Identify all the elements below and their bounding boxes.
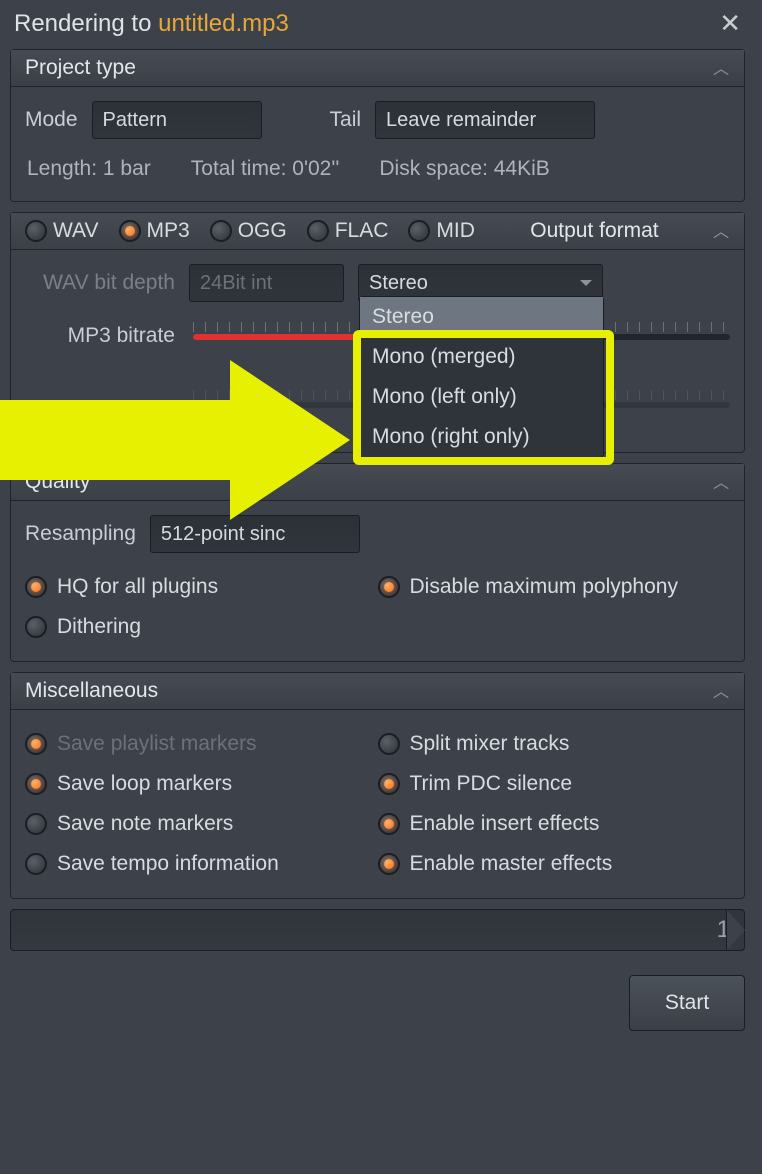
chevron-up-icon: 〈 xyxy=(710,683,734,699)
progress-value: 1 xyxy=(717,916,730,944)
title-prefix: Rendering to xyxy=(14,10,158,37)
split-mixer-toggle[interactable]: Split mixer tracks xyxy=(378,724,731,764)
tail-dropdown[interactable]: Leave remainder xyxy=(375,101,595,139)
tail-label: Tail xyxy=(330,108,362,132)
format-mid-radio[interactable]: MID xyxy=(408,219,475,243)
quality-panel: Quality 〈 Resampling 512-point sinc HQ f… xyxy=(10,463,745,662)
resampling-value: 512-point sinc xyxy=(161,523,286,546)
save-loop-toggle[interactable]: Save loop markers xyxy=(25,764,378,804)
channel-option-mono-right[interactable]: Mono (right only) xyxy=(360,417,603,457)
chevron-up-icon: 〈 xyxy=(710,223,734,239)
dithering-toggle[interactable]: Dithering xyxy=(25,607,378,647)
format-mp3-radio[interactable]: MP3 xyxy=(119,219,190,243)
chevron-up-icon: 〈 xyxy=(710,60,734,76)
save-playlist-toggle[interactable]: Save playlist markers xyxy=(25,724,378,764)
enable-insert-toggle[interactable]: Enable insert effects xyxy=(378,804,731,844)
save-note-toggle[interactable]: Save note markers xyxy=(25,804,378,844)
window-title: Rendering to untitled.mp3 xyxy=(14,10,289,38)
misc-header[interactable]: Miscellaneous 〈 xyxy=(11,673,744,710)
trim-pdc-toggle[interactable]: Trim PDC silence xyxy=(378,764,731,804)
output-format-title: Output format xyxy=(530,219,658,243)
close-icon[interactable]: ✕ xyxy=(719,8,741,39)
mode-dropdown[interactable]: Pattern xyxy=(92,101,262,139)
start-label: Start xyxy=(665,991,709,1015)
start-button[interactable]: Start xyxy=(629,975,745,1031)
diskspace-stat: Disk space: 44KiB xyxy=(379,157,549,181)
project-type-title: Project type xyxy=(25,56,136,80)
misc-panel: Miscellaneous 〈 Save playlist markers Sa… xyxy=(10,672,745,899)
format-radio-group: WAV MP3 OGG FLAC MID xyxy=(25,219,475,243)
disable-polyphony-toggle[interactable]: Disable maximum polyphony xyxy=(378,567,731,607)
channel-dropdown-menu: Stereo Mono (merged) Mono (left only) Mo… xyxy=(359,296,604,458)
output-format-panel: WAV MP3 OGG FLAC MID Output format 〈 WAV… xyxy=(10,212,745,453)
hq-plugins-toggle[interactable]: HQ for all plugins xyxy=(25,567,378,607)
bitrate-label: MP3 bitrate xyxy=(25,324,175,348)
quality-header[interactable]: Quality 〈 xyxy=(11,464,744,501)
length-stat: Length: 1 bar xyxy=(27,157,151,181)
channel-value: Stereo xyxy=(369,272,428,295)
title-filename: untitled.mp3 xyxy=(158,10,289,37)
chevron-up-icon: 〈 xyxy=(710,474,734,490)
resampling-label: Resampling xyxy=(25,522,136,546)
channel-option-stereo[interactable]: Stereo xyxy=(360,297,603,337)
misc-title: Miscellaneous xyxy=(25,679,158,703)
resampling-dropdown[interactable]: 512-point sinc xyxy=(150,515,360,553)
titlebar: Rendering to untitled.mp3 ✕ xyxy=(0,0,755,49)
channel-option-mono-left[interactable]: Mono (left only) xyxy=(360,377,603,417)
quality-title: Quality xyxy=(25,470,90,494)
save-tempo-toggle[interactable]: Save tempo information xyxy=(25,844,378,884)
enable-master-toggle[interactable]: Enable master effects xyxy=(378,844,731,884)
project-type-panel: Project type 〈 Mode Pattern Tail Leave r… xyxy=(10,49,745,202)
mode-label: Mode xyxy=(25,108,78,132)
format-wav-radio[interactable]: WAV xyxy=(25,219,99,243)
format-flac-radio[interactable]: FLAC xyxy=(307,219,389,243)
tail-value: Leave remainder xyxy=(386,109,536,132)
mode-value: Pattern xyxy=(103,109,167,132)
wav-depth-label: WAV bit depth xyxy=(25,271,175,295)
chevron-down-icon xyxy=(580,280,592,286)
project-type-header[interactable]: Project type 〈 xyxy=(11,50,744,87)
channel-option-mono-merged[interactable]: Mono (merged) xyxy=(360,337,603,377)
totaltime-stat: Total time: 0'02'' xyxy=(191,157,340,181)
wav-depth-dropdown: 24Bit int xyxy=(189,264,344,302)
format-ogg-radio[interactable]: OGG xyxy=(210,219,287,243)
progress-bar: 1 xyxy=(10,909,745,951)
wav-depth-value: 24Bit int xyxy=(200,272,272,295)
